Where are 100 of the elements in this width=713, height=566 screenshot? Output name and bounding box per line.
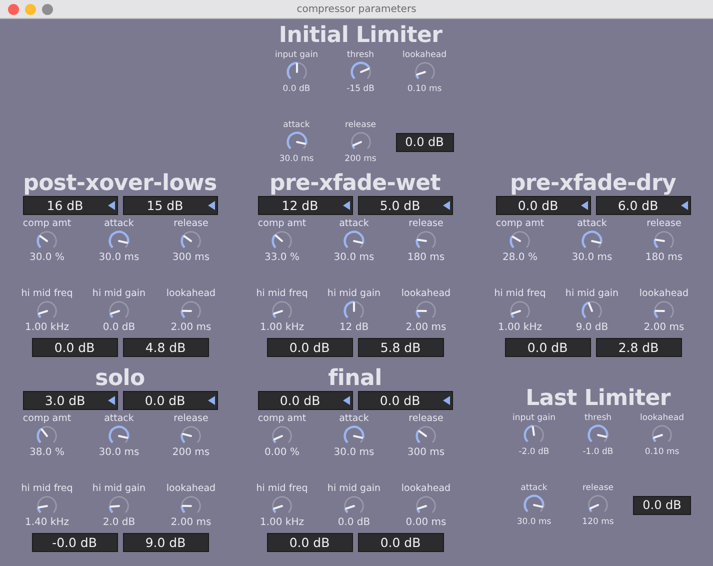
knob-value: 30.0 ms [98, 252, 140, 264]
triangle-icon [108, 201, 114, 210]
number-box[interactable]: 0.0 dB [266, 338, 352, 357]
knob-label: attack [339, 218, 369, 230]
knob-value: 200 ms [344, 153, 376, 165]
number-box[interactable]: 0.0 dB [266, 533, 352, 552]
section-title: pre-xfade-dry [510, 171, 676, 195]
knob-value: 2.0 dB [102, 517, 136, 529]
number-box[interactable]: 0.0 dB [258, 391, 352, 410]
number-box[interactable]: 0.0 dB [358, 391, 452, 410]
knob-label: lookahead [401, 288, 451, 300]
knob-label: comp amt [258, 413, 306, 425]
knob-value: 180 ms [645, 252, 683, 264]
number-box[interactable]: 5.0 dB [358, 196, 452, 215]
triangle-icon [208, 396, 214, 405]
knob-label: comp amt [22, 218, 72, 230]
knob-label: hi mid freq [21, 483, 73, 495]
knob-label: lookahead [402, 49, 446, 61]
knob-value: 300 ms [407, 447, 445, 459]
triangle-icon [580, 201, 588, 210]
knob-value: 2.00 ms [170, 322, 212, 334]
number-box[interactable]: 2.8 dB [596, 338, 682, 357]
number-box[interactable]: 9.0 dB [122, 533, 208, 552]
section-title: pre-xfade-wet [270, 171, 440, 195]
knob-label: hi mid freq [256, 483, 308, 495]
window-title: compressor parameters [296, 4, 416, 14]
knob-value: 30.0 % [30, 252, 64, 264]
knob-label: hi mid gain [92, 483, 146, 495]
section-title: Initial Limiter [278, 23, 444, 47]
knob-label: attack [339, 413, 369, 425]
knob-label: attack [104, 413, 134, 425]
number-box[interactable]: 6.0 dB [596, 196, 690, 215]
number-box[interactable]: 0.0 dB [396, 132, 454, 152]
knob-value: 30.0 ms [98, 447, 140, 459]
knob-value: 0.0 dB [338, 517, 370, 529]
number-box[interactable]: 12 dB [258, 196, 352, 215]
triangle-icon [342, 396, 350, 405]
knob-value: 33.0 % [264, 252, 300, 264]
knob-label: comp amt [22, 413, 72, 425]
knob-value: 30.0 ms [279, 153, 314, 165]
knob-label: release [345, 119, 376, 131]
knob-value: 30.0 ms [572, 252, 612, 264]
triangle-icon [680, 201, 688, 210]
number-box[interactable]: 0.0 dB [358, 533, 444, 552]
number-box[interactable]: -0.0 dB [32, 533, 118, 552]
knob-label: attack [104, 218, 134, 230]
knob-label: release [174, 413, 208, 425]
knob-label: attack [520, 482, 548, 494]
knob-value: 0.10 ms [407, 83, 442, 95]
knob-label: hi mid gain [92, 288, 146, 300]
knob-label: release [408, 218, 444, 230]
knob-value: 1.00 kHz [260, 517, 304, 529]
section-title: final [328, 366, 382, 390]
number-box[interactable]: 0.0 dB [633, 496, 691, 514]
knob-label: hi mid gain [327, 288, 381, 300]
knob-value: 1.00 kHz [498, 322, 542, 334]
number-box[interactable]: 5.8 dB [358, 338, 444, 357]
knob-value: 1.00 kHz [260, 322, 304, 334]
knob-value: 30.0 ms [334, 447, 374, 459]
knob-label: release [408, 413, 444, 425]
knob-label: lookahead [639, 288, 689, 300]
knob-label: attack [283, 119, 310, 131]
number-box[interactable]: 3.0 dB [22, 391, 118, 410]
triangle-icon [442, 201, 450, 210]
knob-value: 2.00 ms [406, 322, 446, 334]
section-title: Last Limiter [524, 386, 672, 410]
number-box[interactable]: 0.0 dB [32, 338, 118, 357]
knob-label: hi mid freq [21, 288, 73, 300]
knob-value: 0.00 % [264, 447, 300, 459]
knob-value: 1.40 kHz [24, 517, 69, 529]
knob-value: 30.0 ms [334, 252, 374, 264]
number-box[interactable]: 15 dB [122, 196, 218, 215]
knob-value: -15 dB [346, 83, 374, 95]
number-box[interactable]: 4.8 dB [122, 338, 208, 357]
knob-value: 2.00 ms [644, 322, 684, 334]
knob-label: comp amt [258, 218, 306, 230]
knob-value: 12 dB [339, 322, 369, 334]
knob-label: input gain [512, 412, 556, 424]
knob-value: 2.00 ms [170, 517, 212, 529]
triangle-icon [442, 396, 450, 405]
triangle-icon [108, 396, 114, 405]
knob-label: hi mid freq [256, 288, 308, 300]
knob-value: -2.0 dB [518, 446, 550, 458]
number-box[interactable]: 16 dB [22, 196, 118, 215]
section-title: solo [95, 366, 145, 390]
knob-label: attack [577, 218, 607, 230]
knob-value: 0.0 dB [102, 322, 136, 334]
number-box[interactable]: 0.0 dB [504, 338, 590, 357]
close-button[interactable] [8, 4, 19, 14]
number-box[interactable]: 0.0 dB [122, 391, 218, 410]
knob-value: 120 ms [582, 516, 614, 528]
number-box[interactable]: 0.0 dB [496, 196, 590, 215]
knob-value: 28.0 % [502, 252, 538, 264]
triangle-icon [208, 201, 214, 210]
zoom-button[interactable] [42, 4, 53, 14]
knob-value: 180 ms [407, 252, 445, 264]
knob-label: release [646, 218, 682, 230]
knob-value: 9.0 dB [576, 322, 608, 334]
knob-label: lookahead [166, 288, 216, 300]
triangle-icon [342, 201, 350, 210]
